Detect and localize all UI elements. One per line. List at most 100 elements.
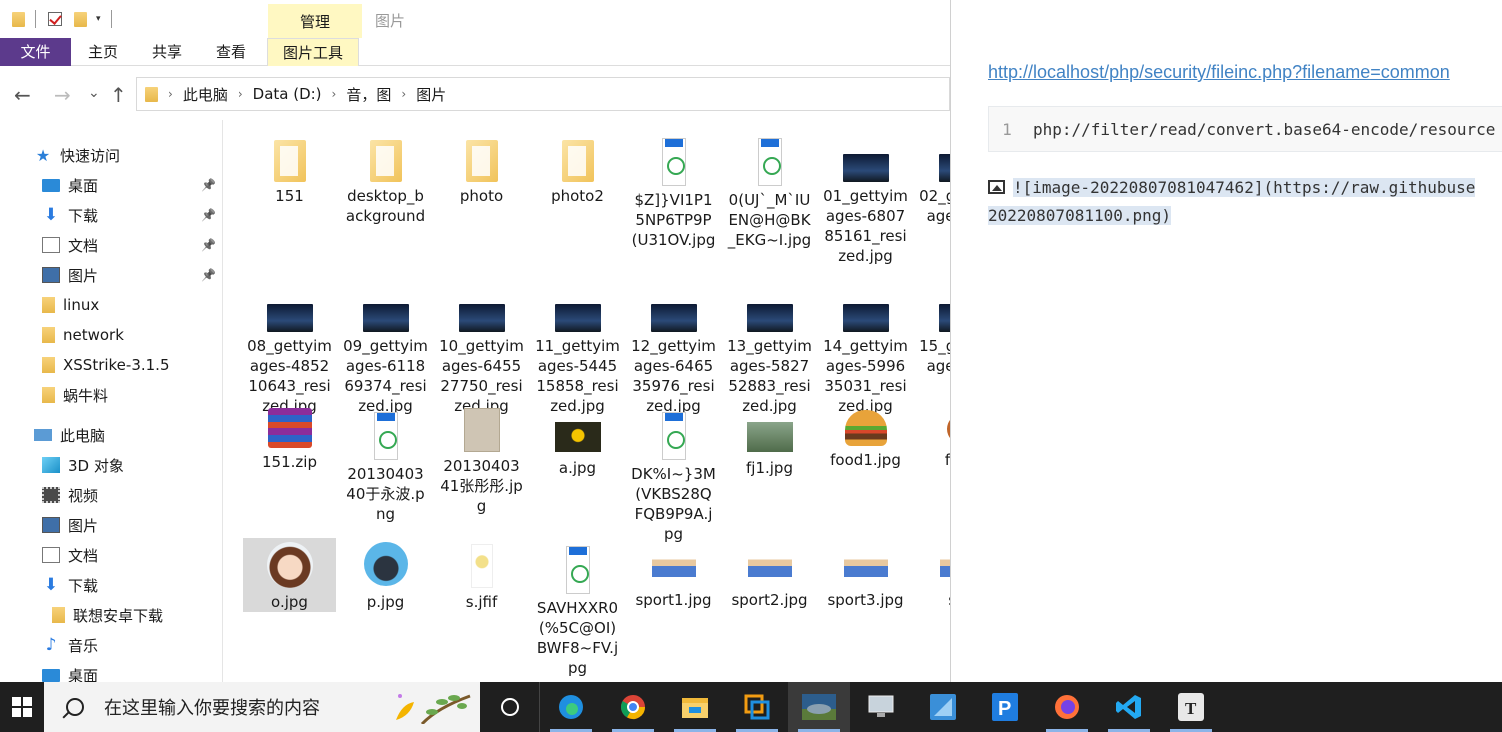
taskbar-app-chrome[interactable] bbox=[602, 682, 664, 732]
night-sky-thumbnail bbox=[938, 304, 950, 332]
file-item[interactable]: spo bbox=[915, 538, 950, 610]
taskbar-app-remote-desktop[interactable] bbox=[850, 682, 912, 732]
tab-file[interactable]: 文件 bbox=[0, 37, 71, 66]
taskbar-app-edge[interactable] bbox=[540, 682, 602, 732]
file-item[interactable]: 2013040340于永波.png bbox=[339, 404, 432, 524]
file-item[interactable]: 13_gettyimages-582752883_resized.jpg bbox=[723, 280, 816, 416]
file-item[interactable]: $Z]}VI1P15NP6TP9P(U31OV.jpg bbox=[627, 130, 720, 250]
taskbar-app-typora[interactable]: T bbox=[1160, 682, 1222, 732]
breadcrumb-item[interactable]: 音，图 bbox=[346, 84, 391, 105]
file-item[interactable]: 08_gettyimages-485210643_resized.jpg bbox=[243, 280, 336, 416]
file-item[interactable]: photo bbox=[435, 130, 528, 206]
file-item[interactable]: p.jpg bbox=[339, 538, 432, 612]
file-item[interactable]: sport1.jpg bbox=[627, 538, 720, 610]
tab-view[interactable]: 查看 bbox=[199, 38, 263, 66]
sidebar-item[interactable]: ⬇ 下载 📌 bbox=[42, 200, 222, 230]
file-item[interactable]: 12_gettyimages-646535976_resized.jpg bbox=[627, 280, 720, 416]
sidebar-item[interactable]: 文档 📌 bbox=[42, 230, 222, 260]
pin-icon[interactable]: 📌 bbox=[201, 178, 216, 192]
breadcrumb-item[interactable]: Data (D:) bbox=[253, 85, 322, 103]
code-block[interactable]: 1 php://filter/read/convert.base64-encod… bbox=[988, 106, 1502, 152]
taskbar-search[interactable]: 在这里输入你要搜索的内容 bbox=[44, 682, 480, 732]
remote-desktop-icon bbox=[867, 694, 895, 720]
sidebar-item[interactable]: 文档 bbox=[42, 540, 222, 570]
file-item[interactable]: desktop_background bbox=[339, 130, 432, 226]
file-item[interactable]: 151 bbox=[243, 130, 336, 206]
file-item[interactable]: o.jpg bbox=[243, 538, 336, 612]
sidebar-item[interactable]: 图片 bbox=[42, 510, 222, 540]
sidebar-item[interactable]: ★ 快速访问 bbox=[34, 140, 222, 170]
file-item[interactable]: 01_gettyimages-680785161_resized.jpg bbox=[819, 130, 912, 266]
file-item[interactable]: 09_gettyimages-611869374_resized.jpg bbox=[339, 280, 432, 416]
properties-check-icon[interactable] bbox=[48, 12, 62, 26]
file-item[interactable]: food bbox=[915, 404, 950, 470]
file-item[interactable]: fj1.jpg bbox=[723, 404, 816, 478]
sidebar-item[interactable]: network bbox=[42, 320, 222, 350]
tab-home[interactable]: 主页 bbox=[71, 38, 135, 66]
sidebar-item[interactable]: 桌面 bbox=[42, 660, 222, 682]
file-item[interactable]: photo2 bbox=[531, 130, 624, 206]
sidebar-item[interactable]: XSStrike-3.1.5 bbox=[42, 350, 222, 380]
start-button[interactable] bbox=[0, 682, 44, 732]
file-item[interactable]: sport2.jpg bbox=[723, 538, 816, 610]
night-sky-thumbnail bbox=[458, 304, 505, 332]
sidebar-item[interactable]: 视频 bbox=[42, 480, 222, 510]
file-grid: 151 desktop_background photo photo2 $Z]}VI1P… bbox=[243, 120, 950, 682]
file-item[interactable]: 11_gettyimages-544515858_resized.jpg bbox=[531, 280, 624, 416]
paint-icon bbox=[930, 694, 956, 720]
taskbar-app-vscode[interactable] bbox=[1098, 682, 1160, 732]
file-item[interactable]: DK%I~}3M(VKBS28QFQB9P9A.jpg bbox=[627, 404, 720, 544]
tab-share[interactable]: 共享 bbox=[135, 38, 199, 66]
folder-icon bbox=[273, 140, 306, 182]
taskbar-app-file-explorer[interactable] bbox=[664, 682, 726, 732]
file-item[interactable]: food1.jpg bbox=[819, 404, 912, 470]
file-item[interactable]: a.jpg bbox=[531, 404, 624, 478]
address-bar[interactable]: › 此电脑 › Data (D:) › 音，图 › 图片 bbox=[136, 77, 950, 111]
taskbar-app-vmware[interactable] bbox=[726, 682, 788, 732]
folder-icon[interactable] bbox=[12, 11, 25, 27]
file-item[interactable]: sport3.jpg bbox=[819, 538, 912, 610]
file-item[interactable]: 2013040341张彤彤.jpg bbox=[435, 404, 528, 516]
windows-logo-icon bbox=[12, 697, 32, 717]
tab-picture-tools[interactable]: 图片工具 bbox=[267, 37, 360, 66]
sidebar-item[interactable]: ♪ 音乐 bbox=[42, 630, 222, 660]
sidebar-item[interactable]: linux bbox=[42, 290, 222, 320]
pin-icon[interactable]: 📌 bbox=[201, 208, 216, 222]
sidebar-item[interactable]: 此电脑 bbox=[34, 420, 222, 450]
file-item[interactable]: SAVHXXR0(%5C@OI)BWF8~FV.jpg bbox=[531, 538, 624, 678]
recent-locations-icon[interactable]: ⌄ bbox=[88, 85, 100, 101]
sidebar-item[interactable]: 蜗牛料 bbox=[42, 380, 222, 410]
taskbar-app-cortana[interactable] bbox=[480, 682, 540, 732]
file-item[interactable]: s.jfif bbox=[435, 538, 528, 612]
file-item[interactable]: 0(UJ`_M`IUEN@H@BK_EKG~I.jpg bbox=[723, 130, 816, 250]
code-text: php://filter/read/convert.base64-encode/… bbox=[1033, 119, 1496, 139]
pictures-icon bbox=[42, 517, 60, 533]
sidebar-item-label: 联想安卓下载 bbox=[73, 606, 164, 625]
file-item[interactable]: 02_gettyimages-765 bbox=[915, 130, 950, 226]
new-folder-icon[interactable] bbox=[74, 11, 87, 27]
sidebar-item[interactable]: 桌面 📌 bbox=[42, 170, 222, 200]
breadcrumb-item[interactable]: 此电脑 bbox=[183, 84, 228, 105]
file-item[interactable]: 10_gettyimages-645527750_resized.jpg bbox=[435, 280, 528, 416]
markdown-image-line[interactable]: ![image-20220807081047462](https://raw.g… bbox=[988, 174, 1502, 230]
up-icon[interactable]: ↑ bbox=[110, 83, 127, 107]
pin-icon[interactable]: 📌 bbox=[201, 268, 216, 282]
pin-icon[interactable]: 📌 bbox=[201, 238, 216, 252]
taskbar-app-p-app[interactable]: P bbox=[974, 682, 1036, 732]
qat-dropdown-icon[interactable]: ▾ bbox=[96, 14, 101, 24]
sidebar-item[interactable]: 联想安卓下载 bbox=[52, 600, 222, 630]
breadcrumb-item[interactable]: 图片 bbox=[416, 84, 446, 105]
forward-icon[interactable]: → bbox=[54, 83, 71, 107]
file-item[interactable]: 151.zip bbox=[243, 404, 336, 472]
taskbar-app-paint[interactable] bbox=[912, 682, 974, 732]
file-item[interactable]: 14_gettyimages-599635031_resized.jpg bbox=[819, 280, 912, 416]
taskbar-app-photos[interactable] bbox=[788, 682, 850, 732]
taskbar-app-firefox[interactable] bbox=[1036, 682, 1098, 732]
file-item[interactable]: 15_gettyimages-182 bbox=[915, 280, 950, 376]
sidebar-item[interactable]: 图片 📌 bbox=[42, 260, 222, 290]
sidebar-item[interactable]: ⬇ 下载 bbox=[42, 570, 222, 600]
sidebar-item[interactable]: 3D 对象 bbox=[42, 450, 222, 480]
manage-tab[interactable]: 管理 bbox=[268, 4, 362, 38]
back-icon[interactable]: ← bbox=[14, 83, 31, 107]
editor-link[interactable]: http://localhost/php/security/fileinc.ph… bbox=[988, 62, 1450, 83]
